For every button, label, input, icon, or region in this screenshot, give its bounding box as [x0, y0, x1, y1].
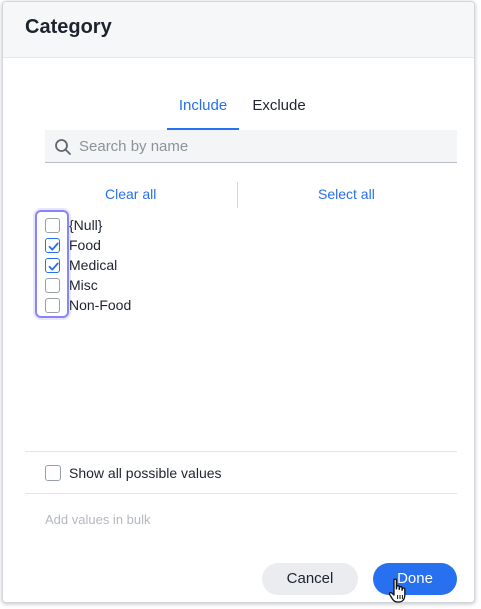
checkbox[interactable]: [45, 278, 60, 293]
show-all-checkbox[interactable]: [45, 465, 61, 481]
tab-include[interactable]: Include: [167, 96, 239, 130]
tab-exclude-label: Exclude: [252, 97, 306, 114]
clear-all-button[interactable]: Clear all: [105, 186, 156, 202]
search-icon: [54, 138, 72, 156]
done-button[interactable]: Done: [373, 563, 457, 595]
select-all-button[interactable]: Select all: [318, 186, 375, 202]
value-label: Misc: [69, 277, 98, 293]
tab-exclude[interactable]: Exclude: [249, 96, 309, 130]
value-label: Medical: [69, 257, 118, 273]
actions-divider: [237, 182, 238, 208]
value-label: Non-Food: [69, 297, 132, 313]
checkmark-icon: [48, 242, 59, 251]
bulk-values-input[interactable]: [45, 509, 445, 529]
tab-include-label: Include: [178, 97, 228, 114]
dialog-title: Category: [25, 16, 112, 38]
cancel-button[interactable]: Cancel: [262, 563, 358, 595]
search-input[interactable]: [79, 130, 449, 162]
divider: [25, 493, 457, 494]
dialog-header: Category: [3, 2, 474, 58]
checkmark-icon: [48, 262, 59, 271]
checkbox[interactable]: [45, 298, 60, 313]
value-item-non-food[interactable]: Non-Food: [45, 296, 345, 316]
value-list: {Null} Food Medical Misc Non-Food: [45, 216, 345, 316]
checkbox[interactable]: [45, 238, 60, 253]
value-item-null[interactable]: {Null}: [45, 216, 345, 236]
value-label: Food: [69, 237, 101, 253]
search-box: [45, 130, 457, 163]
show-all-label: Show all possible values: [69, 465, 222, 481]
category-filter-dialog: Category Include Exclude Clear all Selec…: [2, 1, 475, 603]
checkbox[interactable]: [45, 258, 60, 273]
divider: [25, 451, 457, 452]
checkbox[interactable]: [45, 218, 60, 233]
bulk-selection-actions: Clear all Select all: [3, 182, 474, 210]
hand-pointer-icon: [388, 578, 410, 604]
value-item-misc[interactable]: Misc: [45, 276, 345, 296]
include-exclude-tabs: Include Exclude: [3, 96, 474, 132]
value-item-medical[interactable]: Medical: [45, 256, 345, 276]
value-label: {Null}: [69, 217, 103, 233]
value-item-food[interactable]: Food: [45, 236, 345, 256]
